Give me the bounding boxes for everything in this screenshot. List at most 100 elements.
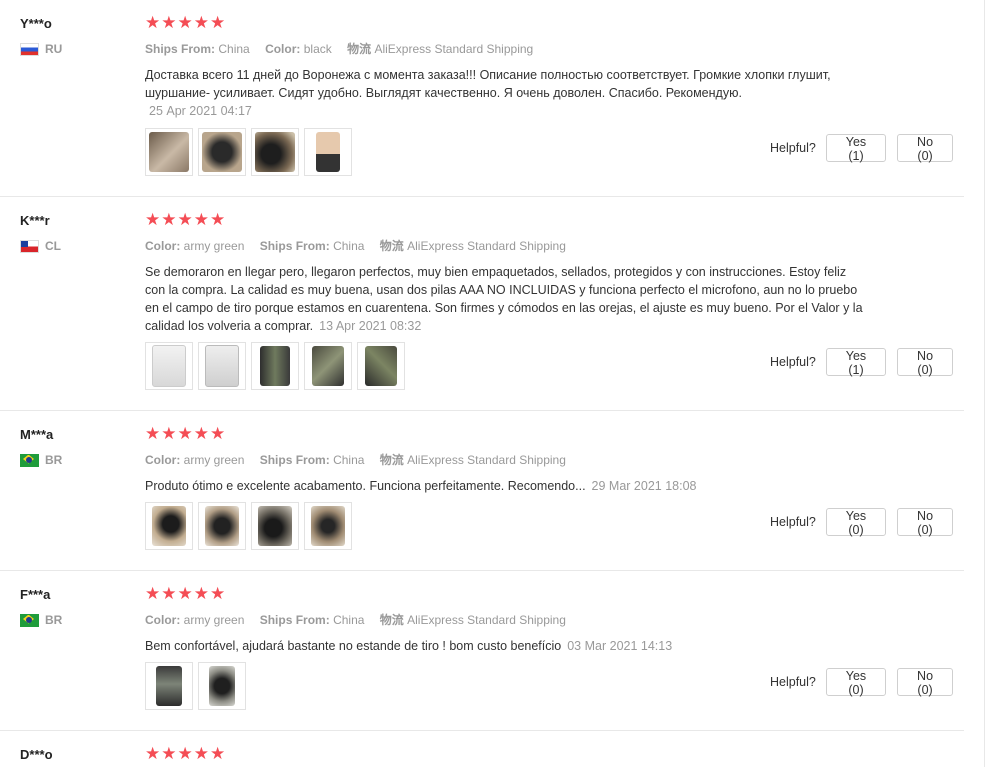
meta-value: China: [218, 42, 250, 56]
country-code: RU: [45, 42, 63, 56]
review-photo-thumbnail[interactable]: [304, 342, 352, 390]
review-photos: [145, 502, 352, 550]
helpful-yes-button[interactable]: Yes (1): [825, 134, 887, 163]
review-photo-thumbnail[interactable]: [198, 502, 246, 550]
helpful-vote: Helpful? Yes (1) No (0): [770, 348, 964, 377]
star-rating: ★★★★★: [145, 744, 227, 763]
helpful-no-button[interactable]: No (0): [897, 348, 953, 377]
review-content: Доставка всего 11 дней до Воронежа с мом…: [145, 68, 831, 100]
star-rating: ★★★★★: [145, 424, 227, 443]
shipping-method: AliExpress Standard Shipping: [407, 239, 566, 253]
helpful-label: Helpful?: [770, 141, 816, 155]
meta-value: army green: [183, 239, 245, 253]
review-photos: [145, 128, 352, 176]
review-photo-thumbnail[interactable]: [251, 502, 299, 550]
review-date: 03 Mar 2021 14:13: [567, 639, 673, 653]
helpful-vote: Helpful? Yes (0) No (0): [770, 508, 964, 537]
helpful-label: Helpful?: [770, 355, 816, 369]
meta-value: army green: [183, 453, 245, 467]
meta-label: Ships From:: [145, 42, 216, 56]
shipping-icon: 物流: [379, 239, 404, 253]
review-photo-thumbnail[interactable]: [198, 662, 246, 710]
helpful-no-button[interactable]: No (0): [897, 134, 953, 163]
helpful-label: Helpful?: [770, 515, 816, 529]
russia-flag-icon: [20, 42, 39, 56]
review-content: Se demoraron en llegar pero, llegaron pe…: [145, 265, 863, 333]
shipping-method: AliExpress Standard Shipping: [407, 613, 566, 627]
brazil-flag-icon: [20, 453, 39, 467]
review-item: D***o ★★★★★: [0, 731, 964, 767]
reviewer-name: K***r: [20, 213, 50, 228]
review-item: Y***o RU ★★★★★ Ships From: China Color: …: [0, 0, 964, 197]
review-photo-thumbnail[interactable]: [304, 128, 352, 176]
reviewer-country: RU: [20, 42, 62, 56]
review-photo-thumbnail[interactable]: [198, 342, 246, 390]
helpful-yes-button[interactable]: Yes (0): [825, 668, 887, 697]
meta-value: China: [333, 239, 365, 253]
review-item: K***r CL ★★★★★ Color: army green Ships F…: [0, 197, 964, 411]
chile-flag-icon: [20, 239, 39, 253]
shipping-icon: 物流: [379, 613, 404, 627]
helpful-vote: Helpful? Yes (0) No (0): [770, 668, 964, 697]
review-text: Produto ótimo e excelente acabamento. Fu…: [145, 477, 865, 495]
review-photo-thumbnail[interactable]: [304, 502, 352, 550]
review-text: Доставка всего 11 дней до Воронежа с мом…: [145, 66, 865, 120]
reviewer-country: BR: [20, 613, 62, 627]
review-photo-thumbnail[interactable]: [145, 342, 193, 390]
reviewer-name: M***a: [20, 427, 54, 442]
helpful-yes-button[interactable]: Yes (0): [825, 508, 887, 537]
reviewer-name: Y***o: [20, 16, 52, 31]
review-photo-thumbnail[interactable]: [145, 662, 193, 710]
meta-label: Color:: [145, 239, 181, 253]
meta-label: Color:: [145, 613, 181, 627]
country-code: BR: [45, 453, 63, 467]
meta-label: Ships From:: [259, 239, 330, 253]
shipping-icon: 物流: [347, 42, 372, 56]
review-photo-thumbnail[interactable]: [145, 128, 193, 176]
meta-label: Color:: [265, 42, 301, 56]
reviewer-country: BR: [20, 453, 62, 467]
review-text: Se demoraron en llegar pero, llegaron pe…: [145, 263, 865, 335]
reviewer-name: F***a: [20, 587, 51, 602]
review-meta: Color: army green Ships From: China 物流 A…: [145, 451, 578, 468]
star-rating: ★★★★★: [145, 13, 227, 32]
review-meta: Color: army green Ships From: China 物流 A…: [145, 611, 578, 628]
scroll-edge-divider: [984, 0, 985, 767]
review-photos: [145, 342, 405, 390]
country-code: BR: [45, 613, 63, 627]
country-code: CL: [45, 239, 61, 253]
reviewer-country: CL: [20, 239, 61, 253]
star-rating: ★★★★★: [145, 210, 227, 229]
meta-value: China: [333, 613, 365, 627]
review-date: 25 Apr 2021 04:17: [149, 104, 252, 118]
helpful-vote: Helpful? Yes (1) No (0): [770, 134, 964, 163]
review-date: 29 Mar 2021 18:08: [591, 479, 697, 493]
review-photo-thumbnail[interactable]: [357, 342, 405, 390]
review-content: Bem confortável, ajudará bastante no est…: [145, 639, 562, 653]
review-content: Produto ótimo e excelente acabamento. Fu…: [145, 479, 586, 493]
review-date: 13 Apr 2021 08:32: [319, 319, 422, 333]
helpful-no-button[interactable]: No (0): [897, 508, 953, 537]
review-meta: Color: army green Ships From: China 物流 A…: [145, 237, 578, 254]
meta-label: Ships From:: [259, 613, 330, 627]
review-text: Bem confortável, ajudará bastante no est…: [145, 637, 865, 655]
shipping-method: AliExpress Standard Shipping: [374, 42, 534, 56]
review-photo-thumbnail[interactable]: [198, 128, 246, 176]
star-rating: ★★★★★: [145, 584, 227, 603]
helpful-yes-button[interactable]: Yes (1): [825, 348, 887, 377]
review-meta: Ships From: China Color: black 物流 AliExp…: [145, 40, 545, 57]
meta-label: Color:: [145, 453, 181, 467]
review-photos: [145, 662, 246, 710]
meta-label: Ships From:: [259, 453, 330, 467]
shipping-method: AliExpress Standard Shipping: [407, 453, 566, 467]
helpful-no-button[interactable]: No (0): [897, 668, 953, 697]
shipping-icon: 物流: [379, 453, 404, 467]
review-photo-thumbnail[interactable]: [251, 128, 299, 176]
meta-value: army green: [183, 613, 245, 627]
review-item: F***a BR ★★★★★ Color: army green Ships F…: [0, 571, 964, 731]
review-photo-thumbnail[interactable]: [251, 342, 299, 390]
review-photo-thumbnail[interactable]: [145, 502, 193, 550]
meta-value: China: [333, 453, 365, 467]
review-item: M***a BR ★★★★★ Color: army green Ships F…: [0, 411, 964, 571]
brazil-flag-icon: [20, 613, 39, 627]
